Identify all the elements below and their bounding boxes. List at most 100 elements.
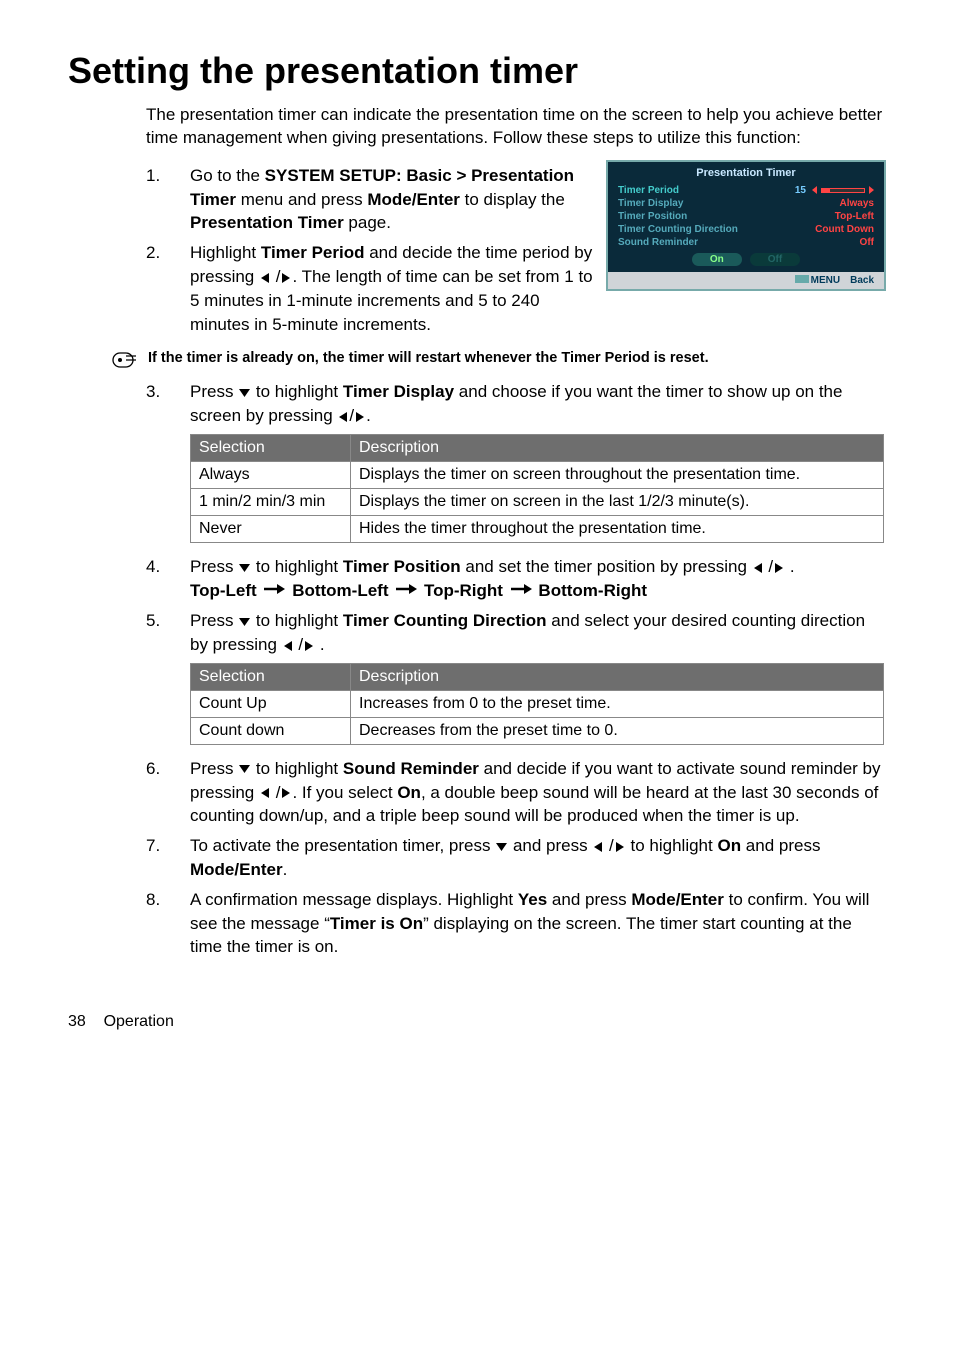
t2-h1: Selection: [191, 663, 351, 690]
arrow-left-icon: [259, 272, 271, 284]
step-8-body: A confirmation message displays. Highlig…: [190, 888, 886, 959]
s2-pre: Highlight: [190, 243, 261, 262]
arrow-left-icon: [282, 640, 294, 652]
osd-label-reminder: Sound Reminder: [618, 237, 860, 248]
arrow-right-icon: [354, 411, 366, 423]
timer-display-table: SelectionDescription AlwaysDisplays the …: [190, 434, 884, 543]
osd-back-btn: Back: [850, 275, 874, 286]
arrow-right-icon: [280, 272, 292, 284]
arrow-right-bold-icon: [263, 579, 285, 603]
s5-b1: Timer Counting Direction: [343, 611, 547, 630]
t1r2c1: Never: [191, 516, 351, 543]
arrow-right-icon: [303, 640, 315, 652]
step-6-body: Press to highlight Sound Reminder and de…: [190, 757, 886, 828]
t1-h1: Selection: [191, 435, 351, 462]
arrow-right-bold-icon: [395, 579, 417, 603]
table-row: 1 min/2 min/3 minDisplays the timer on s…: [191, 489, 884, 516]
s7-b2: Mode/Enter: [190, 860, 283, 879]
t2r1c2: Decreases from the preset time to 0.: [351, 717, 884, 744]
t2r0c1: Count Up: [191, 690, 351, 717]
table-row: AlwaysDisplays the timer on screen throu…: [191, 462, 884, 489]
arrow-down-icon: [238, 616, 251, 628]
step-num-1: 1.: [146, 164, 190, 235]
s4-m2: and set the timer position by pressing: [461, 557, 752, 576]
arrow-down-icon: [238, 387, 251, 399]
t1r2c2: Hides the timer throughout the presentat…: [351, 516, 884, 543]
s1-b2: Mode/Enter: [367, 190, 460, 209]
s3-b1: Timer Display: [343, 382, 454, 401]
intro-text: The presentation timer can indicate the …: [146, 104, 886, 150]
osd-label-display: Timer Display: [618, 198, 840, 209]
osd-val-direction: Count Down: [815, 224, 874, 235]
s7-m2: to highlight: [626, 836, 718, 855]
step-3-body: Press to highlight Timer Display and cho…: [190, 380, 886, 428]
s7-m1: and press: [508, 836, 592, 855]
page-footer: 38 Operation: [0, 1013, 954, 1031]
table-row: Count downDecreases from the preset time…: [191, 717, 884, 744]
s7-b1: On: [717, 836, 741, 855]
step-num-5: 5.: [146, 609, 190, 657]
arrow-right-bold-icon: [510, 579, 532, 603]
triangle-right-icon: [869, 186, 874, 194]
s4-pre: Press: [190, 557, 238, 576]
table-row: Count UpIncreases from 0 to the preset t…: [191, 690, 884, 717]
t1-h2: Description: [351, 435, 884, 462]
s2-b1: Timer Period: [261, 243, 365, 262]
t1r0c2: Displays the timer on screen throughout …: [351, 462, 884, 489]
osd-slider: [812, 185, 874, 196]
hand-note-icon: [112, 350, 140, 370]
t1r1c2: Displays the timer on screen in the last…: [351, 489, 884, 516]
s7-post: .: [283, 860, 288, 879]
step-num-8: 8.: [146, 888, 190, 959]
page-title: Setting the presentation timer: [68, 50, 886, 92]
s8-b2: Mode/Enter: [631, 890, 724, 909]
step-num-6: 6.: [146, 757, 190, 828]
t2r0c2: Increases from 0 to the preset time.: [351, 690, 884, 717]
page-number: 38: [68, 1013, 86, 1030]
seq-d: Bottom-Right: [538, 581, 647, 600]
step-num-7: 7.: [146, 834, 190, 882]
triangle-left-icon: [812, 186, 817, 194]
s3-post: .: [366, 406, 371, 425]
s5-post: .: [320, 635, 325, 654]
osd-val-period: 15: [795, 185, 806, 196]
s8-b3: Timer is On: [330, 914, 423, 933]
osd-label-position: Timer Position: [618, 211, 835, 222]
section-name: Operation: [104, 1013, 174, 1030]
osd-val-display: Always: [840, 198, 874, 209]
s5-pre: Press: [190, 611, 238, 630]
osd-menu-btn: MENU: [795, 275, 840, 286]
s4-m1: to highlight: [251, 557, 343, 576]
t1r1c1: 1 min/2 min/3 min: [191, 489, 351, 516]
arrow-down-icon: [238, 763, 251, 775]
position-sequence: Top-Left Bottom-Left Top-Right Bottom-Ri…: [190, 579, 886, 603]
arrow-left-icon: [752, 562, 764, 574]
s1-b3: Presentation Timer: [190, 213, 344, 232]
s3-pre: Press: [190, 382, 238, 401]
s1-m2: to display the: [460, 190, 565, 209]
s6-b1: Sound Reminder: [343, 759, 479, 778]
step-5-body: Press to highlight Timer Counting Direct…: [190, 609, 886, 657]
osd-panel: Presentation Timer Timer Period 15 Timer…: [606, 160, 886, 291]
s7-m3: and press: [741, 836, 820, 855]
seq-a: Top-Left: [190, 581, 257, 600]
arrow-left-icon: [337, 411, 349, 423]
arrow-left-icon: [259, 787, 271, 799]
s4-b1: Timer Position: [343, 557, 461, 576]
s8-b1: Yes: [518, 890, 547, 909]
counting-direction-table: SelectionDescription Count UpIncreases f…: [190, 663, 884, 745]
s6-b2: On: [397, 783, 421, 802]
osd-on-button: On: [692, 253, 742, 266]
note-text: If the timer is already on, the timer wi…: [148, 350, 709, 366]
s1-pre: Go to the: [190, 166, 265, 185]
step-2-body: Highlight Timer Period and decide the ti…: [190, 241, 594, 336]
arrow-down-icon: [495, 841, 508, 853]
menu-icon: [795, 275, 809, 283]
arrow-right-icon: [773, 562, 785, 574]
s4-post: .: [790, 557, 795, 576]
osd-label-period: Timer Period: [618, 185, 795, 196]
osd-val-position: Top-Left: [835, 211, 874, 222]
osd-val-reminder: Off: [860, 237, 874, 248]
osd-menu-label: MENU: [811, 275, 840, 286]
s8-pre: A confirmation message displays. Highlig…: [190, 890, 518, 909]
